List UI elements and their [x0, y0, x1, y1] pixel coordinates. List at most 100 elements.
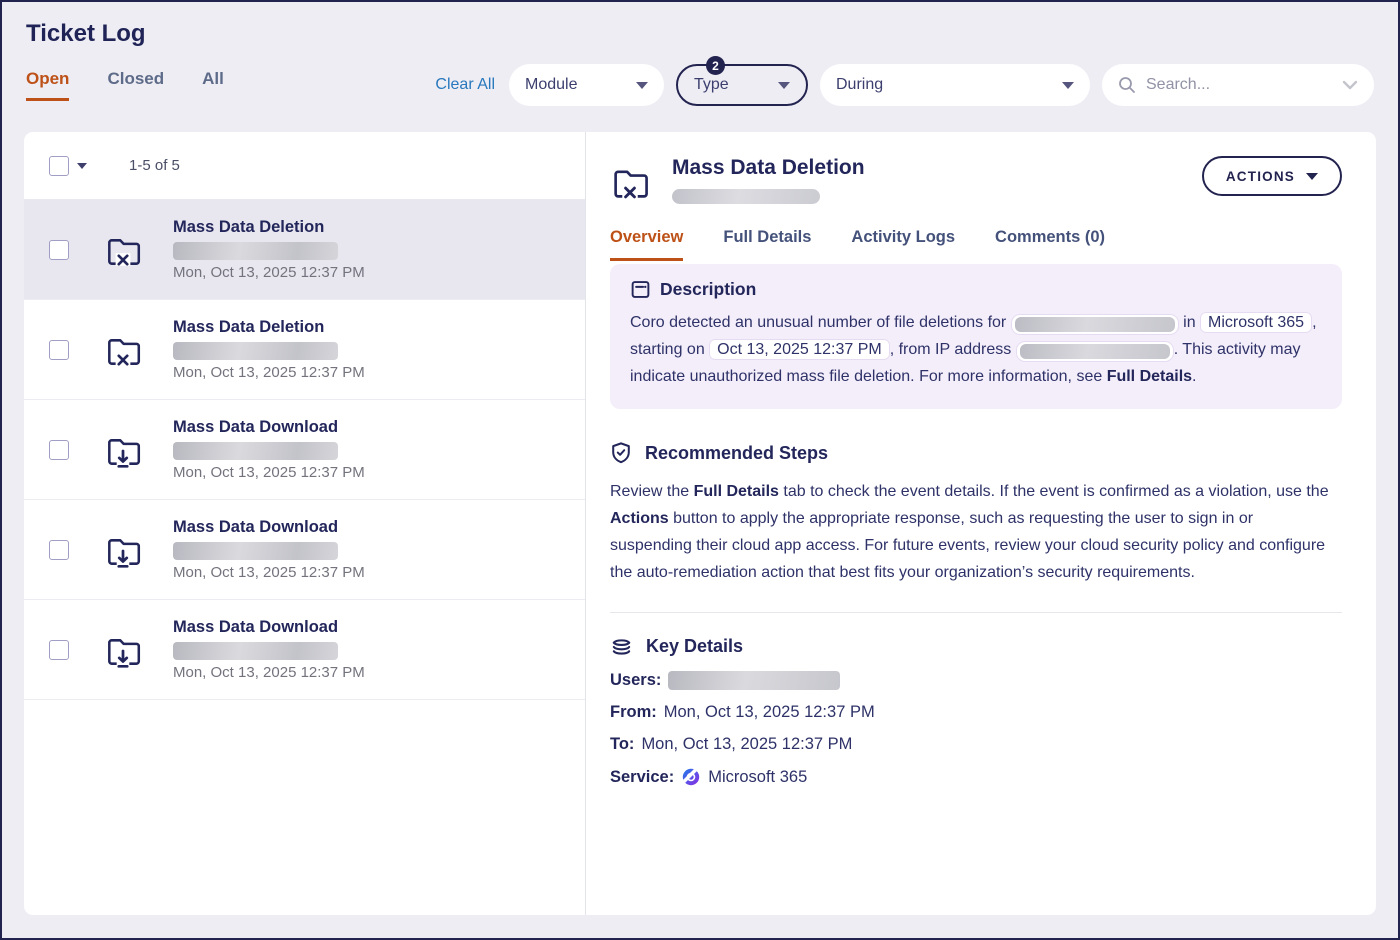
ticket-row[interactable]: Mass Data Download Mon, Oct 13, 2025 12:…	[24, 400, 585, 500]
tab-activity-logs[interactable]: Activity Logs	[851, 228, 955, 261]
value-chip: Oct 13, 2025 12:37 PM	[709, 339, 890, 360]
ticket-summary: Mass Data Download Mon, Oct 13, 2025 12:…	[173, 518, 365, 582]
chevron-down-icon	[636, 82, 648, 89]
ticket-row[interactable]: Mass Data Deletion Mon, Oct 13, 2025 12:…	[24, 200, 585, 300]
tab-all[interactable]: All	[202, 69, 224, 101]
users-label: Users:	[610, 671, 661, 690]
folder-delete-icon	[103, 330, 143, 370]
type-filter-label: Type	[694, 76, 729, 94]
service-value: Microsoft 365	[708, 768, 807, 787]
from-value: Mon, Oct 13, 2025 12:37 PM	[664, 703, 875, 722]
key-detail-from: From: Mon, Oct 13, 2025 12:37 PM	[610, 703, 1342, 722]
during-filter-dropdown[interactable]: During	[820, 64, 1090, 106]
actions-button[interactable]: ACTIONS	[1202, 156, 1342, 196]
ticket-title: Mass Data Download	[173, 618, 338, 636]
ticket-row[interactable]: Mass Data Deletion Mon, Oct 13, 2025 12:…	[24, 300, 585, 400]
detail-header: Mass Data Deletion ACTIONS	[610, 156, 1342, 204]
caret-down-icon	[1306, 173, 1318, 180]
redacted-user	[173, 442, 338, 460]
key-detail-to: To: Mon, Oct 13, 2025 12:37 PM	[610, 735, 1342, 754]
service-label: Service:	[610, 768, 674, 787]
note-icon	[630, 279, 651, 300]
ticket-detail-panel: Mass Data Deletion ACTIONS Overview Full…	[586, 132, 1376, 915]
type-filter-dropdown[interactable]: 2 Type	[676, 64, 808, 106]
search-icon	[1118, 76, 1136, 94]
ticket-date: Mon, Oct 13, 2025 12:37 PM	[173, 564, 365, 581]
folder-download-icon	[103, 430, 143, 470]
search-chevron-down-icon	[1342, 80, 1358, 90]
to-label: To:	[610, 735, 634, 754]
redacted-user	[173, 342, 338, 360]
select-all-checkbox[interactable]	[49, 156, 69, 176]
redacted-users-value	[668, 671, 840, 690]
ticket-row[interactable]: Mass Data Download Mon, Oct 13, 2025 12:…	[24, 600, 585, 700]
redacted-value-chip	[1016, 341, 1174, 362]
description-heading-label: Description	[660, 279, 756, 300]
key-details-section: Key Details Users: From: Mon, Oct 13, 20…	[610, 635, 1342, 787]
ticket-title: Mass Data Download	[173, 518, 338, 536]
redacted-user	[173, 642, 338, 660]
layers-icon	[610, 635, 633, 658]
tab-full-details[interactable]: Full Details	[723, 228, 811, 261]
redacted-user	[672, 189, 820, 204]
ticket-checkbox[interactable]	[49, 240, 69, 260]
folder-download-icon	[103, 530, 143, 570]
tab-closed[interactable]: Closed	[107, 69, 164, 101]
ticket-checkbox[interactable]	[49, 440, 69, 460]
detail-title: Mass Data Deletion	[672, 156, 865, 179]
ticket-title: Mass Data Download	[173, 418, 338, 436]
tab-overview[interactable]: Overview	[610, 228, 683, 261]
value-chip: Microsoft 365	[1200, 312, 1312, 333]
description-text: Coro detected an unusual number of file …	[630, 309, 1322, 390]
ticket-list-panel: 1-5 of 5 Mass Data Deletion Mon, Oct 13,…	[24, 132, 586, 915]
ticket-summary: Mass Data Deletion Mon, Oct 13, 2025 12:…	[173, 218, 365, 282]
description-box: Description Coro detected an unusual num…	[610, 264, 1342, 409]
ticket-date: Mon, Oct 13, 2025 12:37 PM	[173, 364, 365, 381]
detail-tabs: Overview Full Details Activity Logs Comm…	[610, 228, 1342, 261]
module-filter-label: Module	[525, 76, 577, 94]
ticket-checkbox[interactable]	[49, 640, 69, 660]
ticket-title: Mass Data Deletion	[173, 218, 324, 236]
ticket-summary: Mass Data Download Mon, Oct 13, 2025 12:…	[173, 418, 365, 482]
view-tabs: Open Closed All	[26, 69, 224, 101]
redacted-user	[173, 542, 338, 560]
search-input[interactable]	[1144, 75, 1318, 95]
ticket-card: 1-5 of 5 Mass Data Deletion Mon, Oct 13,…	[24, 132, 1376, 915]
redacted-user	[173, 242, 338, 260]
module-filter-dropdown[interactable]: Module	[509, 64, 664, 106]
recommended-steps-text: Review the Full Details tab to check the…	[610, 478, 1338, 586]
section-divider	[610, 612, 1342, 613]
page-title: Ticket Log	[26, 20, 1374, 48]
tab-open[interactable]: Open	[26, 69, 69, 101]
ticket-row[interactable]: Mass Data Download Mon, Oct 13, 2025 12:…	[24, 500, 585, 600]
list-header: 1-5 of 5	[24, 132, 585, 200]
ticket-title: Mass Data Deletion	[173, 318, 324, 336]
type-filter-badge: 2	[706, 56, 725, 75]
controls-row: Open Closed All Clear All Module 2 Type …	[26, 64, 1374, 106]
search-box[interactable]	[1102, 64, 1374, 106]
ticket-log-screen: Ticket Log Open Closed All Clear All Mod…	[0, 0, 1400, 940]
select-menu-caret-icon[interactable]	[77, 163, 87, 169]
description-heading: Description	[630, 279, 1322, 300]
ticket-summary: Mass Data Deletion Mon, Oct 13, 2025 12:…	[173, 318, 365, 382]
key-details-label: Key Details	[646, 636, 743, 657]
filter-bar: Clear All Module 2 Type During	[435, 64, 1374, 106]
top-bar: Ticket Log Open Closed All Clear All Mod…	[2, 2, 1398, 106]
microsoft-365-icon	[681, 767, 701, 787]
ticket-checkbox[interactable]	[49, 340, 69, 360]
tab-comments[interactable]: Comments (0)	[995, 228, 1105, 261]
recommended-steps-label: Recommended Steps	[645, 443, 828, 464]
recommended-steps-heading: Recommended Steps	[610, 441, 1342, 465]
folder-download-icon	[103, 630, 143, 670]
folder-delete-icon	[103, 230, 143, 270]
to-value: Mon, Oct 13, 2025 12:37 PM	[641, 735, 852, 754]
clear-all-link[interactable]: Clear All	[435, 76, 495, 94]
ticket-date: Mon, Oct 13, 2025 12:37 PM	[173, 464, 365, 481]
redacted-value-chip	[1011, 314, 1179, 335]
key-detail-users: Users:	[610, 671, 1342, 690]
actions-button-label: ACTIONS	[1226, 169, 1295, 184]
ticket-summary: Mass Data Download Mon, Oct 13, 2025 12:…	[173, 618, 365, 682]
list-count: 1-5 of 5	[129, 157, 180, 174]
ticket-checkbox[interactable]	[49, 540, 69, 560]
shield-check-icon	[610, 441, 632, 465]
